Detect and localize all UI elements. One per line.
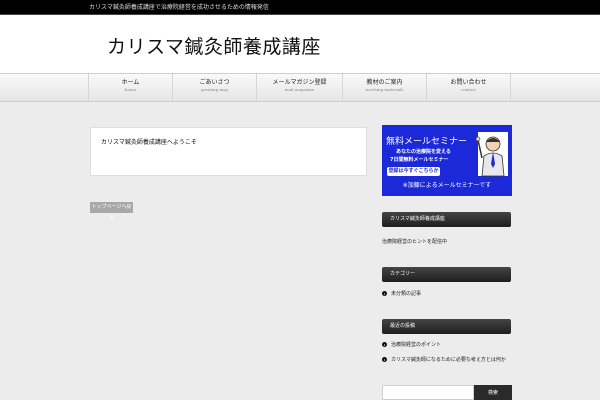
- nav-item-sub: greeting msg: [201, 87, 228, 92]
- nav-item-label: ごあいさつ: [199, 79, 230, 86]
- banner-footer: ※加藤によるメールセミナーです: [402, 182, 492, 189]
- mail-seminar-banner[interactable]: 無料メールセミナー あなたの治療院を変える 7日間無料メールセミナー 登録は今す…: [382, 125, 512, 196]
- nav-item-teaching-materials[interactable]: 教材のご案内 teaching materials: [343, 74, 427, 101]
- nav-item-contact[interactable]: お問い合わせ contact: [427, 74, 511, 101]
- site-logo-link[interactable]: カリスマ鍼灸師養成講座: [107, 32, 321, 59]
- recent-post-link[interactable]: 治療院経営のポイント: [382, 341, 441, 348]
- top-bar: カリスマ鍼灸師養成講座で治療院経営を成功させるための情報発信: [0, 0, 600, 15]
- search-form: 検索: [382, 385, 512, 400]
- banner-cta: 登録は今すぐこちらから: [387, 167, 440, 183]
- nav-item-sub: teaching materials: [365, 87, 404, 92]
- nav-item-sub: contact: [460, 87, 477, 92]
- article-card: カリスマ鍼灸師養成講座へようこそ: [90, 127, 367, 176]
- back-to-top-button[interactable]: トップページへ戻る: [90, 202, 133, 221]
- recent-post-label: カリスマ鍼灸師になるために必要な考え方とは何か: [391, 357, 506, 363]
- site-header: カリスマ鍼灸師養成講座: [0, 15, 600, 74]
- arrow-bullet-icon: [382, 357, 387, 362]
- banner-line2: 7日間無料メールセミナー: [390, 157, 449, 163]
- nav-item-sub: home: [124, 87, 137, 92]
- article-title-link[interactable]: カリスマ鍼灸師養成講座へようこそ: [101, 137, 197, 146]
- doctor-illustration-icon: [476, 132, 508, 177]
- nav-item-home[interactable]: ホーム home: [89, 74, 173, 101]
- arrow-bullet-icon: [382, 291, 387, 296]
- widget-title-about: カリスマ鍼灸師養成講座: [382, 212, 511, 227]
- nav-item-mail-magazine[interactable]: メールマガジン登録 mail magazine: [257, 74, 343, 101]
- nav-item-label: お問い合わせ: [450, 79, 487, 86]
- nav-item-greeting[interactable]: ごあいさつ greeting msg: [173, 74, 257, 101]
- site-description: カリスマ鍼灸師養成講座で治療院経営を成功させるための情報発信: [89, 4, 269, 11]
- widget-about-text: 治療院経営のヒントを配信中: [382, 239, 448, 245]
- nav-item-label: ホーム: [121, 79, 140, 86]
- nav-item-sub: mail magazine: [284, 87, 315, 92]
- banner-title: 無料メールセミナー: [386, 137, 468, 147]
- recent-post-link[interactable]: カリスマ鍼灸師になるために必要な考え方とは何か: [382, 356, 506, 363]
- global-nav: ホーム home ごあいさつ greeting msg メールマガジン登録 ma…: [0, 74, 600, 102]
- category-link[interactable]: 未分類の記事: [382, 290, 421, 297]
- arrow-bullet-icon: [382, 342, 387, 347]
- recent-post-label: 治療院経営のポイント: [391, 342, 442, 348]
- widget-title-categories: カテゴリー: [382, 267, 511, 282]
- nav-item-label: メールマガジン登録: [272, 79, 327, 86]
- widget-title-recent-posts: 最近の投稿: [382, 319, 511, 334]
- banner-line1: あなたの治療院を変える: [396, 149, 451, 155]
- nav-item-label: 教材のご案内: [366, 79, 403, 86]
- search-input[interactable]: [382, 385, 474, 400]
- category-link-label: 未分類の記事: [391, 291, 422, 297]
- search-button[interactable]: 検索: [474, 385, 512, 400]
